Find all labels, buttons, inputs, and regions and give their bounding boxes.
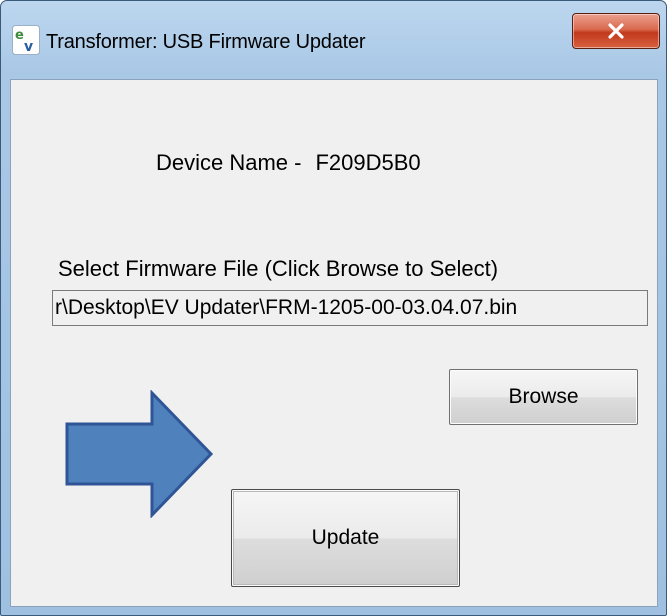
window-title: Transformer: USB Firmware Updater <box>46 31 366 53</box>
right-arrow-icon <box>65 390 214 518</box>
dialog-body: Device Name - F209D5B0 Select Firmware Fi… <box>10 79 658 607</box>
ev-logo-icon: e v <box>12 25 40 55</box>
device-name-value: F209D5B0 <box>315 150 421 175</box>
svg-text:e: e <box>15 28 24 43</box>
select-firmware-label: Select Firmware File (Click Browse to Se… <box>58 256 499 281</box>
device-name-row: Device Name - F209D5B0 <box>156 150 421 176</box>
title-bar[interactable]: e v Transformer: USB Firmware Updater <box>1 1 666 81</box>
device-name-label: Device Name - <box>156 150 302 175</box>
update-button[interactable]: Update <box>231 489 460 587</box>
updater-window: e v Transformer: USB Firmware Updater De… <box>0 0 667 616</box>
close-x-icon <box>608 23 624 39</box>
close-button[interactable] <box>572 13 660 49</box>
firmware-path-value: r\Desktop\EV Updater\FRM-1205-00-03.04.0… <box>55 296 518 319</box>
svg-text:v: v <box>24 39 33 55</box>
firmware-path-field[interactable]: r\Desktop\EV Updater\FRM-1205-00-03.04.0… <box>52 290 648 326</box>
browse-button[interactable]: Browse <box>449 369 638 425</box>
